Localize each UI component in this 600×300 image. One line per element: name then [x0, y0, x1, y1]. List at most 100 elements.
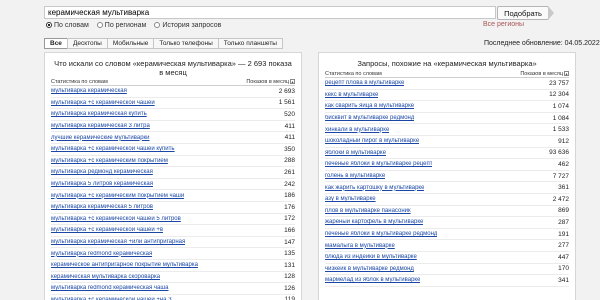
tab-mobile[interactable]: Мобильные	[106, 38, 155, 49]
table-row: мультиварка +с керамической чашей 5 литр…	[51, 214, 295, 226]
impressions-count: 135	[284, 250, 295, 258]
phrase-link[interactable]: мармелад из яблок в мультиварке	[325, 277, 420, 283]
impressions-count: 7 727	[552, 172, 569, 180]
phrase-link[interactable]: мультиварка +с керамической чашей 5 литр…	[51, 216, 181, 222]
phrase-link[interactable]: керамическое антипригарное покрытие муль…	[51, 262, 198, 268]
table-row: кекс в мультиварке 12 304	[325, 90, 569, 102]
right-table: Статистика по словам Показов в месяц ▴ ре…	[325, 70, 569, 287]
impressions-count: 176	[284, 203, 295, 211]
phrase-link[interactable]: как жарить картошку в мультиварке	[325, 185, 424, 191]
impressions-count: 2 693	[278, 87, 295, 95]
impressions-count: 411	[284, 122, 295, 130]
table-row: шоколадный пирог в мультиварке 912	[325, 136, 569, 148]
phrase-link[interactable]: плов в мультиварке панасоник	[325, 208, 411, 214]
phrase-link[interactable]: жареный картофель в мультиварке	[325, 219, 423, 225]
phrase-link[interactable]: мультиварка керамическая 5 литров	[51, 204, 153, 210]
phrase-link[interactable]: кекс в мультиварке	[325, 92, 378, 98]
impressions-count: 172	[284, 215, 295, 223]
search-input[interactable]	[45, 7, 495, 18]
phrase-link[interactable]: мультиварка 5 литров керамическая	[51, 181, 153, 187]
impressions-count: 462	[558, 160, 569, 168]
impressions-count: 869	[558, 207, 569, 215]
impressions-count: 131	[284, 261, 295, 269]
sort-icon[interactable]: ▴	[564, 71, 569, 76]
tab-desktops[interactable]: Десктопы	[66, 38, 108, 49]
radio-by-regions[interactable]: По регионам	[96, 21, 147, 29]
phrase-link[interactable]: бисквит в мультиварке редмонд	[325, 115, 414, 121]
table-row: жареный картофель в мультиварке 287	[325, 217, 569, 229]
phrase-link[interactable]: блюда из индейки в мультиварке	[325, 254, 417, 260]
phrase-link[interactable]: мультиварка +с керамическим покрытием	[51, 158, 168, 164]
phrase-link[interactable]: печеные яблоки в мультиварке редмонд	[325, 231, 437, 237]
search-box[interactable]	[44, 6, 496, 19]
phrase-link[interactable]: азу в мультиварке	[325, 196, 376, 202]
table-row: как жарить картошку в мультиварке 361	[325, 182, 569, 194]
radio-by-regions-dot[interactable]	[96, 22, 103, 28]
phrase-link[interactable]: рецепт плова в мультиварке	[325, 80, 404, 86]
impressions-count: 361	[558, 184, 569, 192]
phrase-link[interactable]: мультиварка +с керамической чашей	[51, 100, 155, 106]
radio-history[interactable]: История запросов	[154, 22, 221, 29]
table-row: плов в мультиварке панасоник 869	[325, 206, 569, 218]
right-col-count-wrap: Показов в месяц ▴	[520, 71, 569, 77]
impressions-count: 23 757	[549, 79, 569, 87]
tab-tablets-only[interactable]: Только планшеты	[217, 38, 283, 49]
right-col-count: Показов в месяц	[520, 70, 563, 77]
impressions-count: 1 074	[552, 102, 569, 110]
table-row: рецепт плова в мультиварке 23 757	[325, 78, 569, 90]
tab-all[interactable]: Все	[44, 38, 68, 49]
table-row: как сварить яйца в мультиварке 1 074	[325, 101, 569, 113]
phrase-link[interactable]: чизкейк в мультиварке редмонд	[325, 266, 414, 272]
left-panel-title: Что искали со словом «керамическая мульт…	[54, 59, 292, 77]
impressions-count: 119	[284, 296, 295, 300]
table-row: мультиварка redmond керамическая чаша 126	[51, 283, 295, 295]
table-row: мультиварка 5 литров керамическая 242	[51, 179, 295, 191]
phrase-link[interactable]: мультиварка +с керамической чашей +в	[51, 227, 163, 233]
phrase-link[interactable]: печеные яблоки в мультиварке рецепт	[325, 161, 432, 167]
tab-phones-only[interactable]: Только телефоны	[153, 38, 219, 49]
phrase-link[interactable]: мультиварка керамическая купить	[51, 111, 147, 117]
impressions-count: 261	[284, 168, 295, 176]
phrase-link[interactable]: мультиварка +с керамической чашей купить	[51, 146, 175, 152]
phrase-link[interactable]: мультиварка редмонд керамическая	[51, 169, 153, 175]
pick-button[interactable]: Подобрать	[497, 6, 549, 20]
phrase-link[interactable]: голень в мультиварке	[325, 173, 385, 179]
radio-history-label: История запросов	[162, 21, 222, 29]
right-table-header: Статистика по словам Показов в месяц ▴	[325, 70, 569, 78]
search-header: По словам По регионам История запросов В…	[0, 0, 600, 36]
left-rows: мультиварка керамическая 2 693 мультиварка…	[51, 86, 295, 300]
radio-by-regions-label: По регионам	[104, 21, 147, 29]
phrase-link[interactable]: лучшие керамические мультиварки	[51, 135, 150, 141]
radio-by-words-dot[interactable]	[46, 22, 52, 28]
table-row: мультиварка +с керамическим покрытием 288	[51, 156, 295, 168]
table-row: мультиварка +с керамической чашей 1 561	[51, 98, 295, 110]
phrase-link[interactable]: мультиварка redmond керамическая	[51, 251, 152, 257]
impressions-count: 242	[284, 180, 295, 188]
sort-icon[interactable]: ▴	[290, 79, 295, 84]
table-row: мамалыга в мультиварке 277	[325, 240, 569, 252]
radio-by-words[interactable]: По словам	[46, 22, 89, 29]
phrase-link[interactable]: мультиварка +с керамическим покрытием ча…	[51, 193, 184, 199]
impressions-count: 166	[284, 226, 295, 234]
phrase-link[interactable]: шоколадный пирог в мультиварке	[325, 138, 419, 144]
phrase-link[interactable]: хинкали в мультиварке	[325, 127, 389, 133]
phrase-link[interactable]: как сварить яйца в мультиварке	[325, 103, 414, 109]
phrase-link[interactable]: яблоки в мультиварке	[325, 150, 386, 156]
last-update: Последнее обновление: 04.05.2022	[484, 40, 600, 47]
right-rows: рецепт плова в мультиварке 23 757 кекс в м…	[325, 78, 569, 287]
phrase-link[interactable]: мультиварка керамическая	[51, 88, 127, 94]
impressions-count: 147	[284, 238, 295, 246]
impressions-count: 1 533	[552, 126, 569, 134]
table-row: керамическое антипригарное покрытие муль…	[51, 260, 295, 272]
table-row: яблоки в мультиварке 93 636	[325, 148, 569, 160]
phrase-link[interactable]: мультиварка redmond керамическая чаша	[51, 285, 169, 291]
phrase-link[interactable]: мамалыга в мультиварке	[325, 243, 395, 249]
all-regions-link[interactable]: Все регионы	[483, 21, 524, 28]
phrase-link[interactable]: мультиварка керамическая 3 литра	[51, 123, 150, 129]
table-row: блюда из индейки в мультиварке 447	[325, 252, 569, 264]
right-panel: Запросы, похожие на «керамическая мульти…	[318, 52, 576, 300]
impressions-count: 170	[558, 265, 569, 273]
phrase-link[interactable]: мультиварка керамическая +или антипригар…	[51, 239, 185, 245]
phrase-link[interactable]: керамическая мультиварка скороварка	[51, 274, 160, 280]
radio-history-dot[interactable]	[154, 22, 161, 28]
